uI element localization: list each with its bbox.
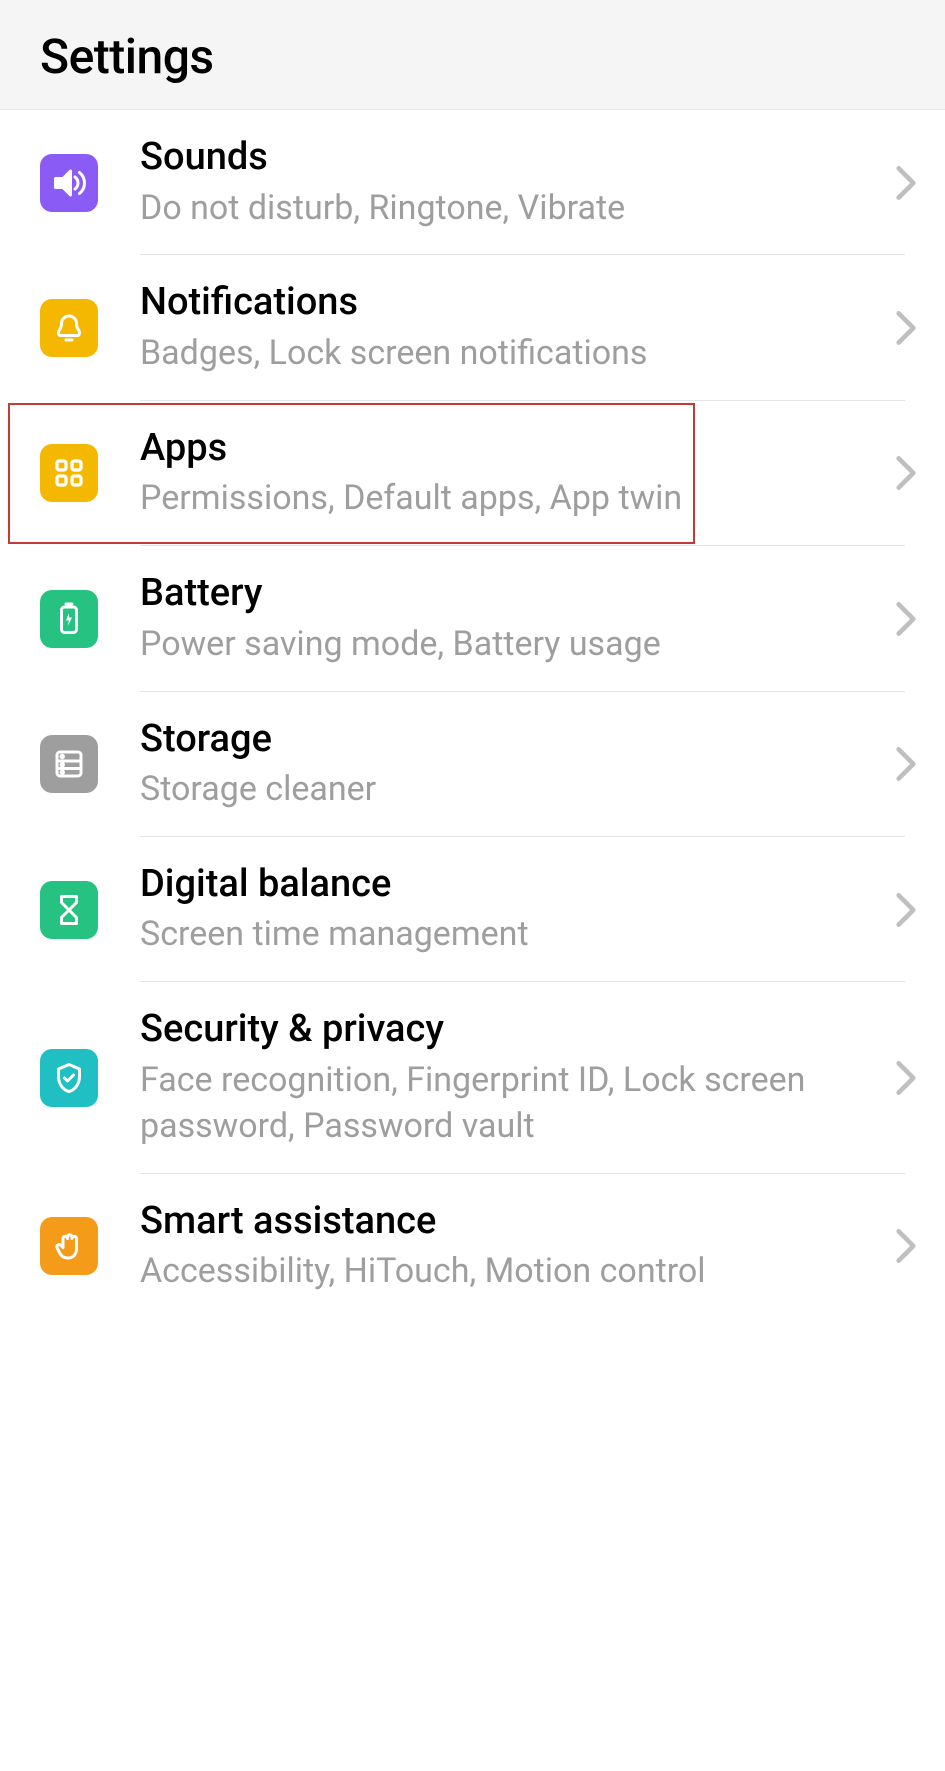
item-title: Battery <box>140 570 877 618</box>
item-subtitle: Accessibility, HiTouch, Motion control <box>140 1249 877 1295</box>
item-title: Apps <box>140 425 877 473</box>
settings-item-battery[interactable]: Battery Power saving mode, Battery usage <box>0 546 945 691</box>
settings-item-smart-assistance[interactable]: Smart assistance Accessibility, HiTouch,… <box>0 1174 945 1319</box>
hand-icon <box>40 1217 98 1275</box>
chevron-right-icon <box>895 164 917 202</box>
item-subtitle: Do not disturb, Ringtone, Vibrate <box>140 186 877 232</box>
item-subtitle: Badges, Lock screen notifications <box>140 331 877 377</box>
settings-list: Sounds Do not disturb, Ringtone, Vibrate… <box>0 110 945 1319</box>
chevron-right-icon <box>895 600 917 638</box>
item-text: Smart assistance Accessibility, HiTouch,… <box>140 1198 877 1295</box>
item-text: Storage Storage cleaner <box>140 716 877 813</box>
item-title: Notifications <box>140 279 877 327</box>
item-title: Smart assistance <box>140 1198 877 1246</box>
item-subtitle: Power saving mode, Battery usage <box>140 622 877 668</box>
item-title: Digital balance <box>140 861 877 909</box>
item-text: Security & privacy Face recognition, Fin… <box>140 1006 877 1149</box>
chevron-right-icon <box>895 454 917 492</box>
item-text: Battery Power saving mode, Battery usage <box>140 570 877 667</box>
chevron-right-icon <box>895 309 917 347</box>
chevron-right-icon <box>895 1059 917 1097</box>
chevron-right-icon <box>895 891 917 929</box>
chevron-right-icon <box>895 1227 917 1265</box>
volume-icon <box>40 154 98 212</box>
item-title: Security & privacy <box>140 1006 877 1054</box>
item-subtitle: Permissions, Default apps, App twin <box>140 476 877 522</box>
settings-header: Settings <box>0 0 945 110</box>
bell-icon <box>40 299 98 357</box>
settings-item-storage[interactable]: Storage Storage cleaner <box>0 692 945 837</box>
item-text: Notifications Badges, Lock screen notifi… <box>140 279 877 376</box>
settings-item-digital-balance[interactable]: Digital balance Screen time management <box>0 837 945 982</box>
settings-item-notifications[interactable]: Notifications Badges, Lock screen notifi… <box>0 255 945 400</box>
shield-check-icon <box>40 1049 98 1107</box>
item-text: Digital balance Screen time management <box>140 861 877 958</box>
item-subtitle: Screen time management <box>140 912 877 958</box>
page-title: Settings <box>40 28 905 85</box>
chevron-right-icon <box>895 745 917 783</box>
item-text: Apps Permissions, Default apps, App twin <box>140 425 877 522</box>
settings-item-security-privacy[interactable]: Security & privacy Face recognition, Fin… <box>0 982 945 1173</box>
storage-icon <box>40 735 98 793</box>
item-text: Sounds Do not disturb, Ringtone, Vibrate <box>140 134 877 231</box>
hourglass-icon <box>40 881 98 939</box>
settings-item-sounds[interactable]: Sounds Do not disturb, Ringtone, Vibrate <box>0 110 945 255</box>
apps-grid-icon <box>40 444 98 502</box>
item-subtitle: Storage cleaner <box>140 767 877 813</box>
item-title: Storage <box>140 716 877 764</box>
settings-item-apps[interactable]: Apps Permissions, Default apps, App twin <box>0 401 945 546</box>
item-subtitle: Face recognition, Fingerprint ID, Lock s… <box>140 1058 877 1150</box>
battery-icon <box>40 590 98 648</box>
item-title: Sounds <box>140 134 877 182</box>
